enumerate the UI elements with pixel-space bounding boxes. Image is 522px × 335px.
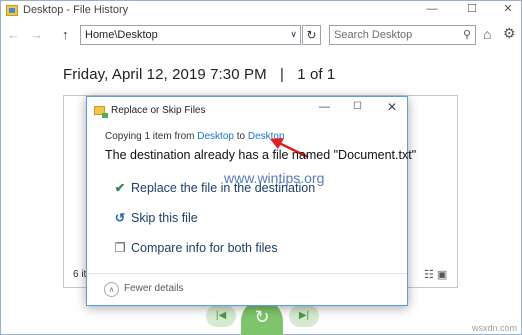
- skip-icon: ↺: [114, 211, 126, 225]
- minimize-button[interactable]: —: [419, 1, 445, 19]
- search-input[interactable]: Search Desktop ⚲: [329, 25, 476, 45]
- items-count: 6 it: [73, 269, 87, 280]
- header-separator: |: [279, 66, 284, 83]
- dialog-footer: ∧ Fewer details: [87, 273, 407, 305]
- conflict-message: The destination already has a file named…: [105, 148, 417, 162]
- view-toggle-icon[interactable]: ☷ ▣: [424, 268, 447, 281]
- up-arrow-icon[interactable]: ↑: [62, 27, 69, 42]
- dialog-maximize-button[interactable]: ☐: [353, 101, 362, 112]
- option-label: Compare info for both files: [131, 241, 278, 255]
- copying-prefix: Copying 1 item from: [105, 131, 198, 142]
- dialog-title: Replace or Skip Files: [111, 105, 206, 116]
- copying-status: Copying 1 item from Desktop to Desktop: [105, 131, 285, 142]
- next-version-button[interactable]: ▶|: [289, 305, 319, 327]
- file-history-app-icon: [6, 5, 18, 16]
- dialog-close-button[interactable]: ✕: [387, 100, 397, 114]
- site-watermark: wsxdn.com: [471, 323, 517, 333]
- chevron-up-icon[interactable]: ∧: [104, 282, 119, 297]
- replace-file-option[interactable]: ✔ Replace the file in the destination: [113, 180, 315, 195]
- copy-files-icon: [94, 106, 108, 118]
- dialog-minimize-button[interactable]: —: [319, 101, 330, 113]
- refresh-icon[interactable]: ↻: [302, 25, 321, 45]
- home-icon[interactable]: ⌂: [483, 26, 491, 42]
- compare-icon: ❐: [114, 241, 126, 255]
- previous-version-button[interactable]: |◀: [206, 305, 236, 327]
- close-button[interactable]: ✕: [495, 1, 521, 19]
- option-label: Skip this file: [131, 211, 198, 225]
- replace-or-skip-dialog: Replace or Skip Files — ☐ ✕ Copying 1 it…: [86, 96, 416, 306]
- copying-to-word: to: [233, 131, 248, 142]
- window-title: Desktop - File History: [23, 4, 129, 16]
- compare-files-option[interactable]: ❐ Compare info for both files: [113, 240, 278, 255]
- skip-file-option[interactable]: ↺ Skip this file: [113, 210, 198, 225]
- title-bar: Desktop - File History — ☐ ✕: [1, 1, 521, 21]
- back-arrow-icon[interactable]: ←: [7, 27, 20, 42]
- forward-arrow-icon[interactable]: →: [30, 27, 43, 42]
- address-bar[interactable]: Home\Desktop ∨: [80, 25, 301, 45]
- source-folder-link[interactable]: Desktop: [197, 131, 234, 142]
- gear-icon[interactable]: ⚙: [503, 25, 516, 42]
- navigation-bar: ← → ↑ Home\Desktop ∨ ↻ Search Desktop ⚲ …: [0, 22, 522, 48]
- chevron-down-icon[interactable]: ∨: [290, 29, 297, 40]
- search-placeholder: Search Desktop: [334, 29, 413, 41]
- fewer-details-link[interactable]: Fewer details: [124, 283, 183, 294]
- backup-date: Friday, April 12, 2019 7:30 PM: [63, 66, 267, 83]
- backup-position: 1 of 1: [297, 66, 336, 83]
- backup-date-header: Friday, April 12, 2019 7:30 PM | 1 of 1: [63, 66, 335, 83]
- check-icon: ✔: [114, 181, 126, 195]
- option-label: Replace the file in the destination: [131, 181, 316, 195]
- maximize-button[interactable]: ☐: [459, 1, 485, 19]
- search-icon: ⚲: [462, 29, 471, 41]
- address-path: Home\Desktop: [85, 29, 158, 41]
